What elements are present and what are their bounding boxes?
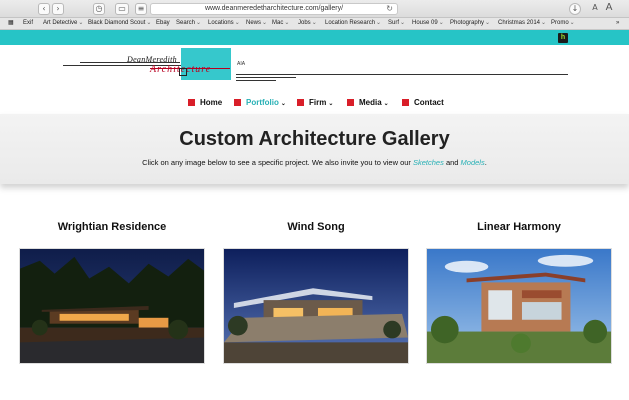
chevron-down-icon: ⌄ bbox=[146, 20, 152, 26]
logo-line bbox=[236, 80, 276, 81]
house-night-photo bbox=[20, 249, 204, 363]
gallery-image-wind-song[interactable] bbox=[223, 248, 409, 364]
chevron-down-icon: ⌄ bbox=[383, 101, 389, 107]
page-title: Custom Architecture Gallery bbox=[179, 128, 450, 150]
nav-marker bbox=[402, 99, 409, 106]
gallery-title-wind-song[interactable]: Wind Song bbox=[223, 221, 409, 233]
page-subtitle: Click on any image below to see a specif… bbox=[142, 158, 487, 167]
logo-line bbox=[236, 77, 296, 78]
bookmark-item[interactable]: Mac⌄ bbox=[272, 18, 289, 29]
site-top-bar bbox=[0, 30, 629, 45]
bookmark-item[interactable]: Jobs⌄ bbox=[298, 18, 317, 29]
bookmark-item[interactable]: News⌄ bbox=[246, 18, 267, 29]
sidebar-icon[interactable]: ▭ bbox=[115, 3, 129, 15]
chevron-down-icon: ⌄ bbox=[438, 20, 444, 26]
nav-marker bbox=[297, 99, 304, 106]
menu-icon[interactable]: ≡ bbox=[135, 3, 147, 15]
bookmark-item[interactable]: Christmas 2014⌄ bbox=[498, 18, 546, 29]
bookmark-item[interactable]: Ebay bbox=[156, 18, 170, 29]
nav-contact[interactable]: Contact bbox=[402, 97, 444, 109]
gallery-image-linear-harmony[interactable] bbox=[426, 248, 612, 364]
gallery-title-linear-harmony[interactable]: Linear Harmony bbox=[426, 221, 612, 233]
forward-button[interactable]: › bbox=[52, 3, 64, 15]
chevron-down-icon: ⌄ bbox=[262, 20, 268, 26]
bookmarks-overflow-button[interactable]: » bbox=[616, 18, 619, 29]
nav-home[interactable]: Home bbox=[188, 97, 222, 109]
chevron-down-icon: ⌄ bbox=[234, 20, 240, 26]
bookmark-item[interactable]: Surf⌄ bbox=[388, 18, 405, 29]
gallery-title-wrightian[interactable]: Wrightian Residence bbox=[19, 221, 205, 233]
bookmark-item[interactable]: Black Diamond Scout⌄ bbox=[88, 18, 151, 29]
sketches-link[interactable]: Sketches bbox=[413, 158, 444, 167]
text-size-small-icon[interactable]: A bbox=[589, 3, 601, 15]
history-icon[interactable]: ◷ bbox=[93, 3, 105, 15]
chevron-down-icon: ⌄ bbox=[78, 20, 84, 26]
gallery-image-wrightian[interactable] bbox=[19, 248, 205, 364]
download-icon[interactable]: ↓ bbox=[569, 3, 581, 15]
house-day-photo bbox=[427, 249, 611, 363]
chevron-down-icon: ⌄ bbox=[311, 20, 317, 26]
chevron-down-icon: ⌄ bbox=[569, 20, 575, 26]
bookmark-item[interactable]: Location Research⌄ bbox=[325, 18, 381, 29]
url-text: www.deanmeredetharchitecture.com/gallery… bbox=[204, 5, 344, 12]
text-size-large-icon[interactable]: A bbox=[603, 3, 615, 15]
bookmarks-grid-icon[interactable]: ▦ bbox=[8, 18, 14, 29]
nav-marker bbox=[234, 99, 241, 106]
nav-firm[interactable]: Firm ⌄ bbox=[297, 97, 333, 110]
chevron-down-icon: ⌄ bbox=[485, 20, 491, 26]
houzz-icon[interactable]: h bbox=[558, 33, 568, 43]
nav-marker bbox=[347, 99, 354, 106]
browser-toolbar: ‹ › ◷ ▭ ≡ www.deanmeredetharchitecture.c… bbox=[0, 0, 629, 18]
chevron-down-icon: ⌄ bbox=[196, 20, 202, 26]
logo-name: DeanMeredith bbox=[127, 55, 177, 64]
models-link[interactable]: Models bbox=[461, 158, 485, 167]
chevron-down-icon: ⌄ bbox=[284, 20, 290, 26]
logo-aia: AIA bbox=[237, 61, 246, 67]
logo-glyph bbox=[179, 68, 187, 76]
chevron-down-icon: ⌄ bbox=[280, 101, 286, 107]
url-bar[interactable]: www.deanmeredetharchitecture.com/gallery… bbox=[150, 3, 398, 15]
site-logo[interactable]: DeanMeredith Architecture AIA bbox=[0, 45, 629, 90]
back-button[interactable]: ‹ bbox=[38, 3, 50, 15]
chevron-down-icon: ⌄ bbox=[400, 20, 406, 26]
house-dusk-photo bbox=[224, 249, 408, 363]
bookmark-item[interactable]: Photography⌄ bbox=[450, 18, 490, 29]
bookmark-item[interactable]: Search⌄ bbox=[176, 18, 201, 29]
logo-line bbox=[236, 74, 568, 75]
bookmark-item[interactable]: Promo⌄ bbox=[551, 18, 575, 29]
bookmark-item[interactable]: House 09⌄ bbox=[412, 18, 444, 29]
nav-media[interactable]: Media ⌄ bbox=[347, 97, 389, 110]
chevron-down-icon: ⌄ bbox=[541, 20, 547, 26]
nav-marker bbox=[188, 99, 195, 106]
bookmark-item[interactable]: Locations⌄ bbox=[208, 18, 240, 29]
bookmark-item[interactable]: Exif bbox=[23, 18, 33, 29]
reload-icon[interactable]: ↻ bbox=[386, 4, 393, 14]
chevron-down-icon: ⌄ bbox=[376, 20, 382, 26]
chevron-down-icon: ⌄ bbox=[328, 101, 334, 107]
nav-portfolio[interactable]: Portfolio ⌄ bbox=[234, 97, 286, 110]
bookmarks-bar: ▦ Exif Art Detective⌄ Black Diamond Scou… bbox=[0, 18, 629, 30]
bookmark-item[interactable]: Art Detective⌄ bbox=[43, 18, 83, 29]
